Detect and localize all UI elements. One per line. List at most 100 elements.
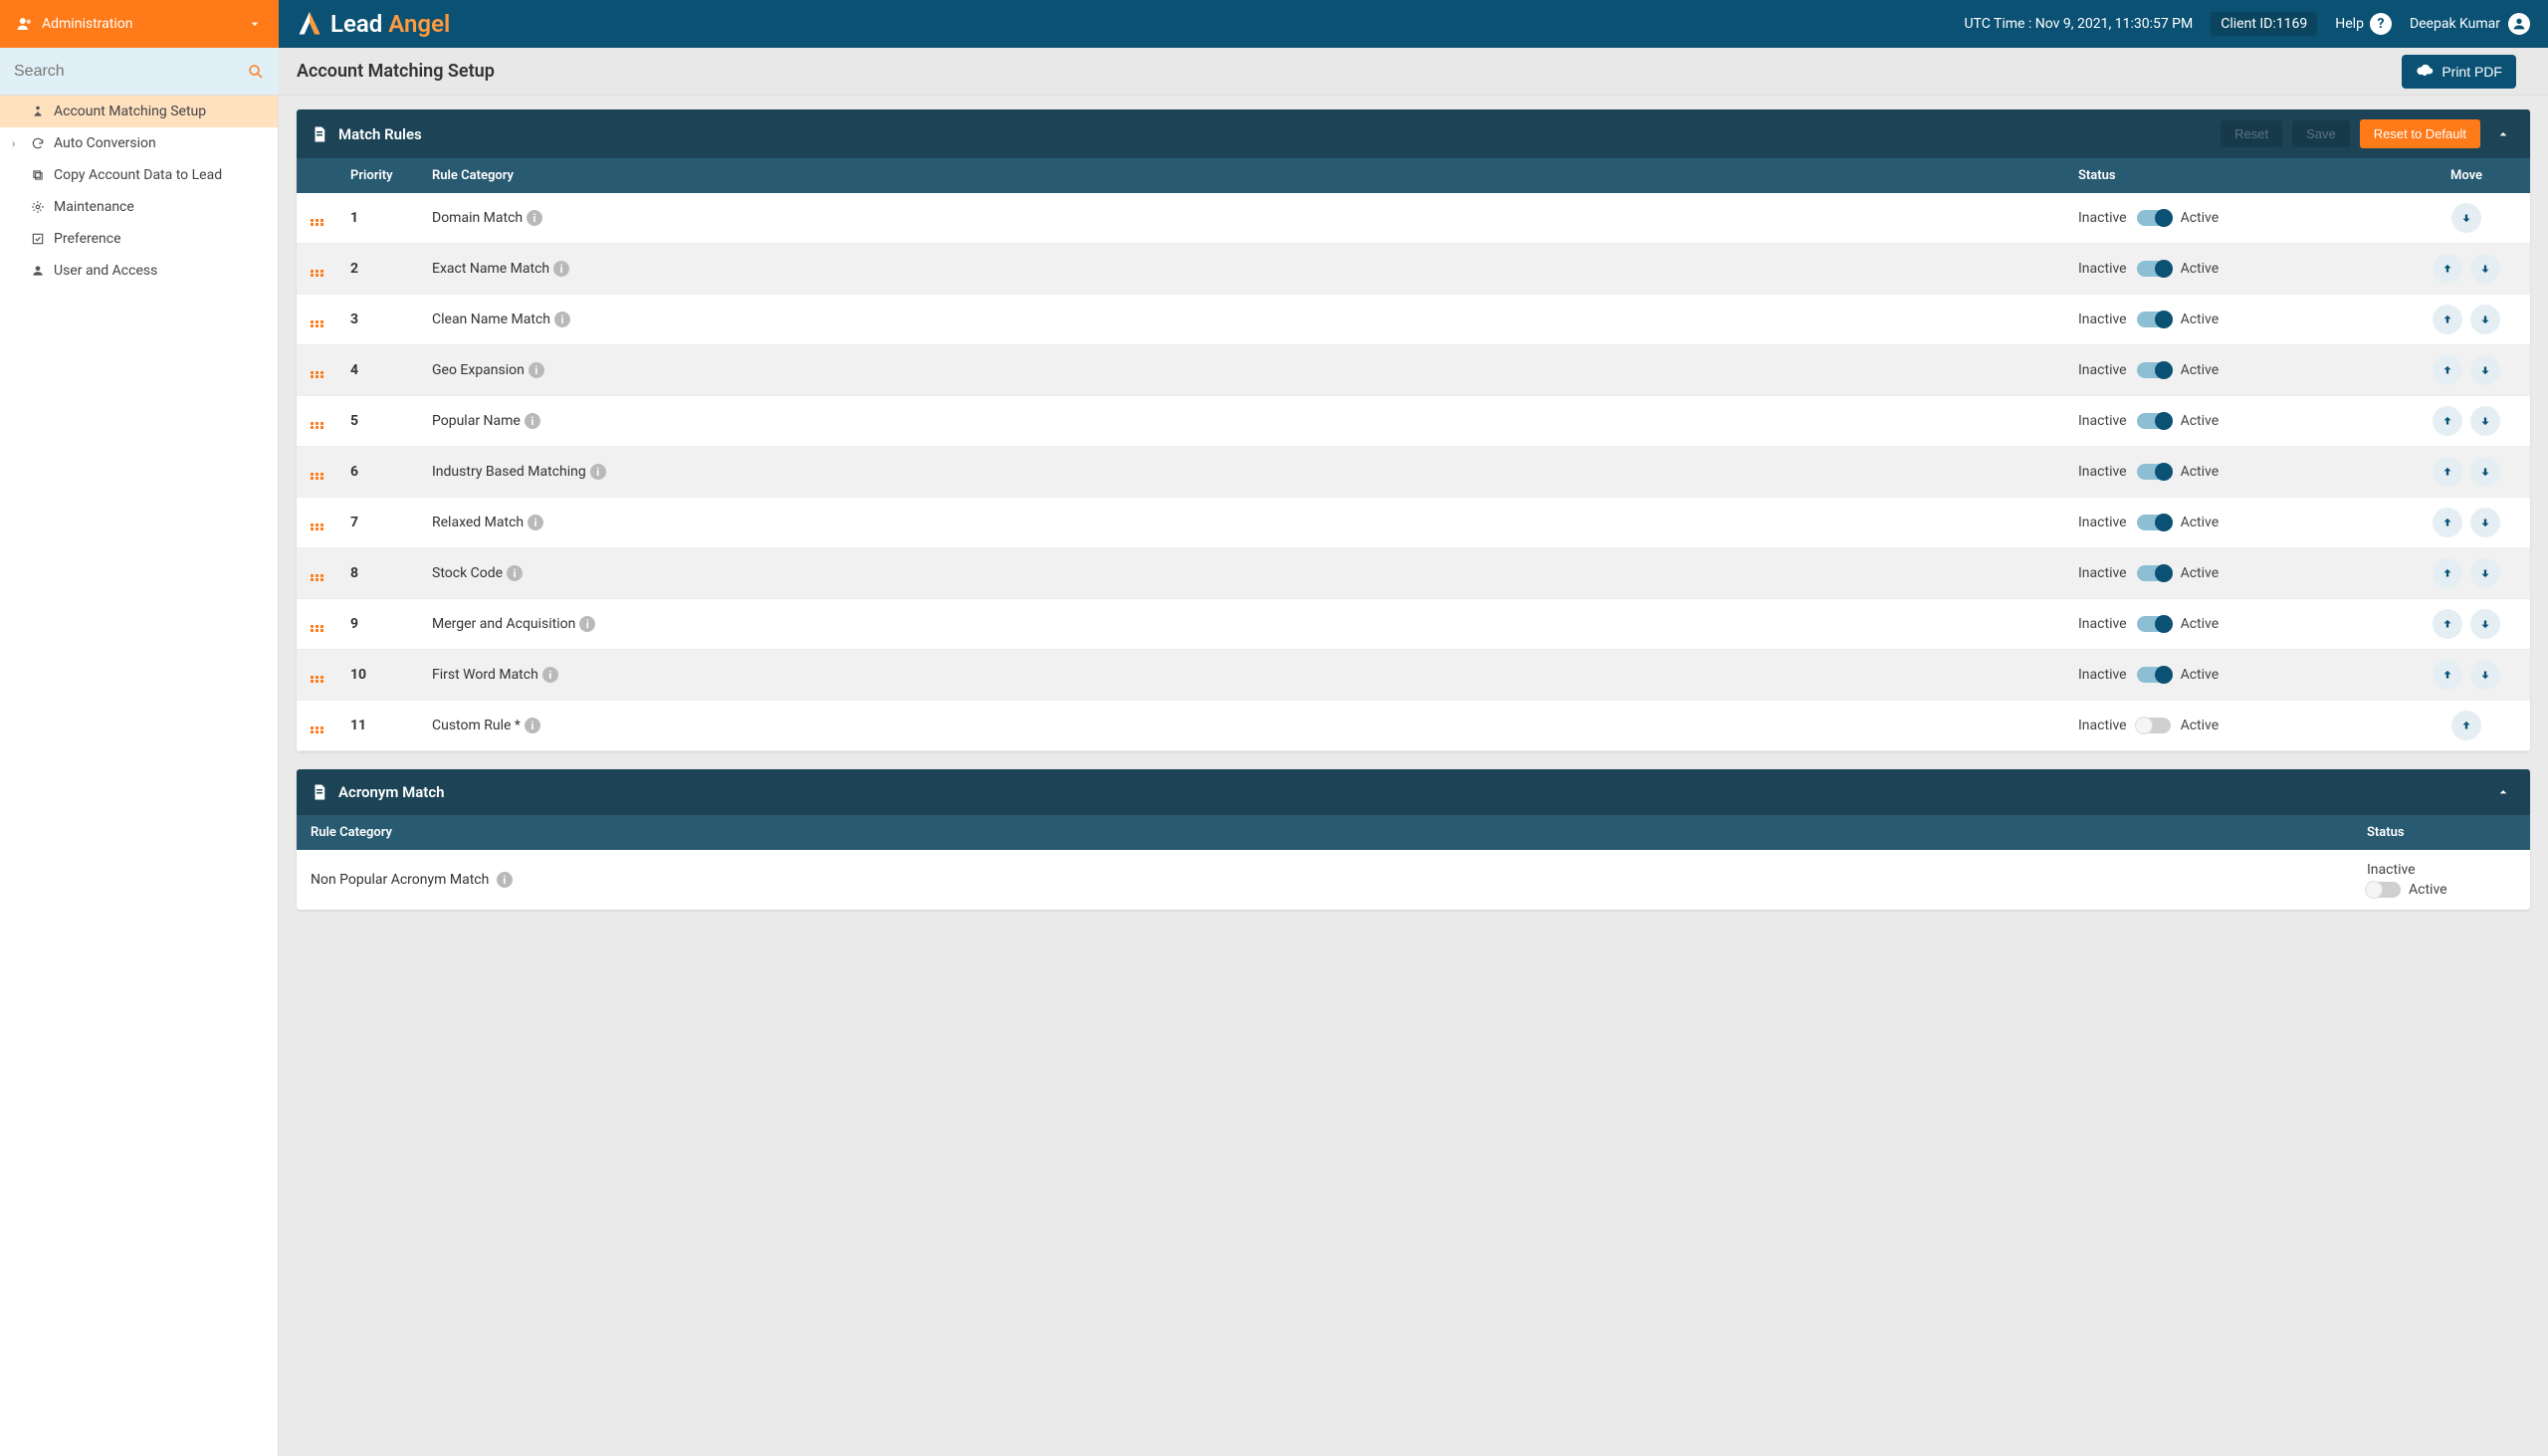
- sidebar-item-user-and-access[interactable]: User and Access: [0, 255, 278, 287]
- rule-name: Stock Code: [432, 565, 503, 581]
- info-icon[interactable]: i: [528, 515, 543, 530]
- pref-icon: [30, 232, 46, 246]
- nav-label: Preference: [54, 231, 121, 247]
- sidebar-item-auto-conversion[interactable]: ›Auto Conversion: [0, 127, 278, 159]
- drag-handle-icon[interactable]: [311, 625, 324, 632]
- status-toggle[interactable]: [2137, 312, 2171, 327]
- status-toggle[interactable]: [2137, 515, 2171, 530]
- info-icon[interactable]: i: [579, 616, 595, 632]
- move-up-button[interactable]: [2433, 508, 2462, 537]
- move-up-button[interactable]: [2433, 406, 2462, 436]
- move-down-button[interactable]: [2470, 457, 2500, 487]
- move-down-button[interactable]: [2470, 406, 2500, 436]
- status-toggle[interactable]: [2137, 210, 2171, 226]
- move-up-button[interactable]: [2451, 711, 2481, 740]
- rule-row: 7Relaxed MatchiInactiveActive: [297, 498, 2530, 548]
- status-toggle[interactable]: [2137, 464, 2171, 480]
- rule-name: Relaxed Match: [432, 515, 524, 530]
- drag-handle-icon[interactable]: [311, 676, 324, 683]
- drag-handle-icon[interactable]: [311, 473, 324, 480]
- info-icon[interactable]: i: [553, 261, 569, 277]
- drag-handle-icon[interactable]: [311, 270, 324, 277]
- priority-number: 6: [350, 464, 358, 480]
- priority-number: 8: [350, 565, 358, 581]
- drag-handle-icon[interactable]: [311, 320, 324, 327]
- status-toggle[interactable]: [2137, 362, 2171, 378]
- acronym-status-toggle[interactable]: [2367, 882, 2401, 898]
- search-input[interactable]: [14, 63, 247, 81]
- move-up-button[interactable]: [2433, 355, 2462, 385]
- move-up-button[interactable]: [2433, 609, 2462, 639]
- print-pdf-button[interactable]: Print PDF: [2402, 55, 2516, 89]
- logo: LeadAngel: [279, 9, 466, 39]
- cloud-download-icon: [2416, 63, 2434, 81]
- sidebar-item-account-matching-setup[interactable]: Account Matching Setup: [0, 96, 278, 127]
- move-down-button[interactable]: [2470, 508, 2500, 537]
- info-icon[interactable]: i: [527, 210, 542, 226]
- info-icon[interactable]: i: [507, 565, 523, 581]
- sidebar-item-preference[interactable]: Preference: [0, 223, 278, 255]
- drag-handle-icon[interactable]: [311, 727, 324, 733]
- priority-number: 10: [350, 667, 366, 683]
- section-switcher[interactable]: Administration: [0, 0, 279, 48]
- collapse-panel-button[interactable]: [2490, 121, 2516, 147]
- info-icon[interactable]: i: [554, 312, 570, 327]
- info-icon[interactable]: i: [529, 362, 544, 378]
- move-down-button[interactable]: [2470, 305, 2500, 334]
- collapse-panel-button[interactable]: [2490, 779, 2516, 805]
- move-up-button[interactable]: [2433, 457, 2462, 487]
- user-avatar-icon: [2508, 13, 2530, 35]
- priority-number: 2: [350, 261, 358, 277]
- save-button[interactable]: Save: [2292, 120, 2350, 147]
- move-down-button[interactable]: [2470, 558, 2500, 588]
- priority-number: 11: [350, 718, 366, 733]
- help-link[interactable]: Help ?: [2335, 13, 2392, 35]
- move-up-button[interactable]: [2433, 558, 2462, 588]
- sidebar-search[interactable]: [0, 48, 279, 95]
- info-icon[interactable]: i: [525, 413, 540, 429]
- rule-name: Merger and Acquisition: [432, 616, 575, 632]
- chevron-down-icon: [247, 16, 263, 32]
- drag-handle-icon[interactable]: [311, 219, 324, 226]
- rule-row: 3Clean Name MatchiInactiveActive: [297, 295, 2530, 345]
- sidebar-item-maintenance[interactable]: Maintenance: [0, 191, 278, 223]
- status-toggle[interactable]: [2137, 667, 2171, 683]
- rule-row: 1Domain MatchiInactiveActive: [297, 193, 2530, 244]
- acronym-match-panel: Acronym Match Rule Category Status Non P…: [297, 769, 2530, 910]
- status-toggle[interactable]: [2137, 616, 2171, 632]
- status-toggle[interactable]: [2137, 718, 2171, 733]
- status-toggle[interactable]: [2137, 565, 2171, 581]
- drag-handle-icon[interactable]: [311, 574, 324, 581]
- info-icon[interactable]: i: [590, 464, 606, 480]
- move-down-button[interactable]: [2470, 254, 2500, 284]
- rule-name: Clean Name Match: [432, 312, 550, 327]
- page-title: Account Matching Setup: [297, 61, 495, 82]
- help-icon: ?: [2370, 13, 2392, 35]
- drag-handle-icon[interactable]: [311, 523, 324, 530]
- drag-handle-icon[interactable]: [311, 422, 324, 429]
- rule-name: Domain Match: [432, 210, 523, 226]
- move-up-button[interactable]: [2433, 254, 2462, 284]
- sidebar-item-copy-account-data-to-lead[interactable]: Copy Account Data to Lead: [0, 159, 278, 191]
- priority-number: 3: [350, 312, 358, 327]
- gear-icon: [30, 200, 46, 214]
- reset-default-button[interactable]: Reset to Default: [2360, 119, 2480, 148]
- move-up-button[interactable]: [2433, 660, 2462, 690]
- move-down-button[interactable]: [2470, 660, 2500, 690]
- move-up-button[interactable]: [2433, 305, 2462, 334]
- info-icon[interactable]: i: [525, 718, 540, 733]
- info-icon[interactable]: i: [542, 667, 558, 683]
- status-toggle[interactable]: [2137, 261, 2171, 277]
- drag-handle-icon[interactable]: [311, 371, 324, 378]
- rule-row: 5Popular NameiInactiveActive: [297, 396, 2530, 447]
- user-menu[interactable]: Deepak Kumar: [2410, 13, 2530, 35]
- panel-title: Match Rules: [338, 125, 422, 143]
- nav-label: Maintenance: [54, 199, 134, 215]
- move-down-button[interactable]: [2451, 203, 2481, 233]
- move-down-button[interactable]: [2470, 355, 2500, 385]
- expand-caret-icon: ›: [12, 137, 22, 150]
- move-down-button[interactable]: [2470, 609, 2500, 639]
- status-toggle[interactable]: [2137, 413, 2171, 429]
- reset-button[interactable]: Reset: [2221, 120, 2282, 147]
- info-icon[interactable]: i: [497, 872, 513, 888]
